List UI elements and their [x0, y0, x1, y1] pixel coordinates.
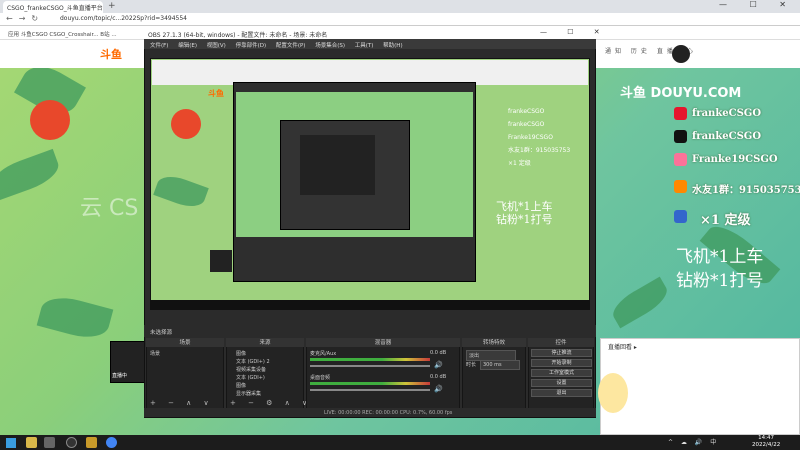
system-tray[interactable]: ^ ☁ 🔊 中: [668, 437, 719, 446]
red-flower: [171, 109, 201, 139]
preview-social-list: frankeCSGO frankeCSGO Franke19CSGO 水友1群：…: [508, 108, 571, 167]
avatar[interactable]: [672, 45, 690, 63]
red-flower: [30, 100, 70, 140]
url-input[interactable]: douyu.com/topic/c...2022Sp?rid=3494554: [60, 15, 187, 22]
social-fan-group: 水友1群：915035753: [692, 185, 800, 196]
mixer-channel-db: 0.0 dB: [430, 374, 447, 380]
source-toolbar: 未选择源: [144, 325, 596, 337]
menu-file[interactable]: 文件(F): [150, 43, 168, 49]
scene-dock-tools[interactable]: + − ∧ ∨: [150, 399, 214, 407]
volume-meter: [310, 358, 430, 361]
volume-slider[interactable]: [310, 389, 430, 391]
webcam-label: 直播中: [112, 373, 128, 379]
preview-overlay-text: 飞机*1上车 钻粉*1打号: [496, 200, 553, 226]
speaker-icon[interactable]: 🔊: [434, 385, 443, 393]
chrome-icon[interactable]: [106, 437, 117, 448]
leaf-decoration: [607, 276, 673, 329]
source-item[interactable]: 显示器采集: [236, 390, 261, 397]
chat-panel: [600, 338, 800, 435]
studio-mode-button[interactable]: 工作室模式: [531, 369, 592, 377]
mixer-channel-name: 麦克风/Aux: [310, 351, 337, 357]
browser-tab[interactable]: CSGO_frankeCSGO_斗鱼直播平台: [3, 1, 103, 13]
sources-dock-title: 来源: [226, 338, 304, 347]
mixer-dock-title: 混音器: [306, 338, 460, 347]
source-item[interactable]: 文本 (GDI+): [236, 374, 265, 381]
forward-icon[interactable]: →: [19, 14, 32, 23]
leaf-decoration: [153, 171, 209, 212]
leaf-decoration: [0, 148, 64, 202]
weibo-icon: [674, 107, 687, 120]
controls-dock-title: 控件: [528, 338, 594, 347]
social-bilibili: Franke19CSGO: [692, 154, 778, 165]
nav-buttons[interactable]: ←→↻: [6, 14, 44, 23]
preview-taskbar: [150, 300, 590, 310]
obs-title: OBS 27.1.3 (64-bit, windows) - 配置文件: 未命名…: [144, 28, 596, 39]
menu-view[interactable]: 视图(V): [207, 43, 226, 49]
duration-label: 时长: [466, 362, 477, 368]
reload-icon[interactable]: ↻: [31, 14, 44, 23]
taskbar-clock[interactable]: 14:47 2022/4/22: [752, 435, 780, 449]
menu-docks[interactable]: 停靠部件(D): [236, 43, 267, 49]
obs-app-icon[interactable]: [66, 437, 77, 448]
bilibili-icon: [674, 153, 687, 166]
source-item[interactable]: 文本 (GDI+) 2: [236, 358, 270, 365]
file-explorer-icon[interactable]: [26, 437, 37, 448]
douyu-logo[interactable]: 斗鱼: [100, 46, 122, 62]
chat-tab[interactable]: 直播回看 ▸: [608, 342, 637, 351]
preview-douyu-logo: 斗鱼: [208, 89, 224, 98]
menu-tools[interactable]: 工具(T): [355, 43, 374, 49]
exit-button[interactable]: 退出: [531, 389, 592, 397]
duration-input[interactable]: 300 ms: [480, 360, 520, 370]
scenes-dock-title: 场景: [146, 338, 224, 347]
mascot-image: [598, 373, 628, 413]
speaker-icon[interactable]: 🔊: [434, 361, 443, 369]
start-recording-button[interactable]: 开始录制: [531, 359, 592, 367]
mixer-channel-db: 0.0 dB: [430, 350, 447, 356]
leaf-decoration: [36, 291, 114, 344]
menu-edit[interactable]: 编辑(E): [178, 43, 197, 49]
social-douyin: frankeCSGO: [692, 131, 762, 142]
scene-item[interactable]: 场景: [150, 350, 160, 357]
volume-meter: [310, 382, 430, 385]
rocket-icon: [674, 210, 687, 223]
mixer-channel-name: 桌面音频: [310, 375, 331, 381]
stop-streaming-button[interactable]: 停止推流: [531, 349, 592, 357]
obs-menu-bar: 文件(F) 编辑(E) 视图(V) 停靠部件(D) 配置文件(P) 场景集合(S…: [144, 39, 596, 49]
volume-slider[interactable]: [310, 365, 430, 367]
new-tab-button[interactable]: +: [108, 1, 116, 11]
background-text: 云 CS: [80, 196, 139, 221]
menu-help[interactable]: 帮助(H): [383, 43, 402, 49]
settings-button[interactable]: 设置: [531, 379, 592, 387]
rocket-level: ×1 定级: [700, 213, 751, 228]
fan-group-icon: [674, 180, 687, 193]
transitions-dock-title: 转场特效: [462, 338, 526, 347]
taskbar-app-icon[interactable]: [86, 437, 97, 448]
source-item[interactable]: 图像: [236, 382, 246, 389]
browser-window-controls[interactable]: — ☐ ✕: [719, 0, 796, 9]
source-item[interactable]: 图像: [236, 350, 246, 357]
douyin-icon: [674, 130, 687, 143]
menu-profile[interactable]: 配置文件(P): [276, 43, 306, 49]
windows-start-icon[interactable]: [6, 438, 16, 448]
source-item[interactable]: 视频采集设备: [236, 366, 266, 373]
source-dock-tools[interactable]: + − ⚙ ∧ ∨: [230, 399, 312, 407]
menu-scene-collection[interactable]: 场景集合(S): [315, 43, 345, 49]
obs-window-controls[interactable]: — ☐ ✕: [540, 28, 609, 36]
social-weibo: frankeCSGO: [692, 108, 762, 119]
back-icon[interactable]: ←: [6, 14, 19, 23]
taskbar-app-icon[interactable]: [44, 437, 55, 448]
overlay-line-1: 飞机*1上车: [676, 247, 764, 267]
douyu-overlay-logo: 斗鱼 DOUYU.COM: [620, 86, 742, 101]
preview-nested-obs-deep: [300, 135, 375, 195]
transitions-dock: [462, 338, 526, 410]
overlay-line-2: 钻粉*1打号: [676, 271, 764, 291]
browser-tab-bar: [0, 0, 800, 13]
obs-status-bar: LIVE: 00:00:00 REC: 00:00:00 CPU: 0.7%, …: [144, 408, 596, 417]
preview-webcam: [210, 250, 232, 272]
